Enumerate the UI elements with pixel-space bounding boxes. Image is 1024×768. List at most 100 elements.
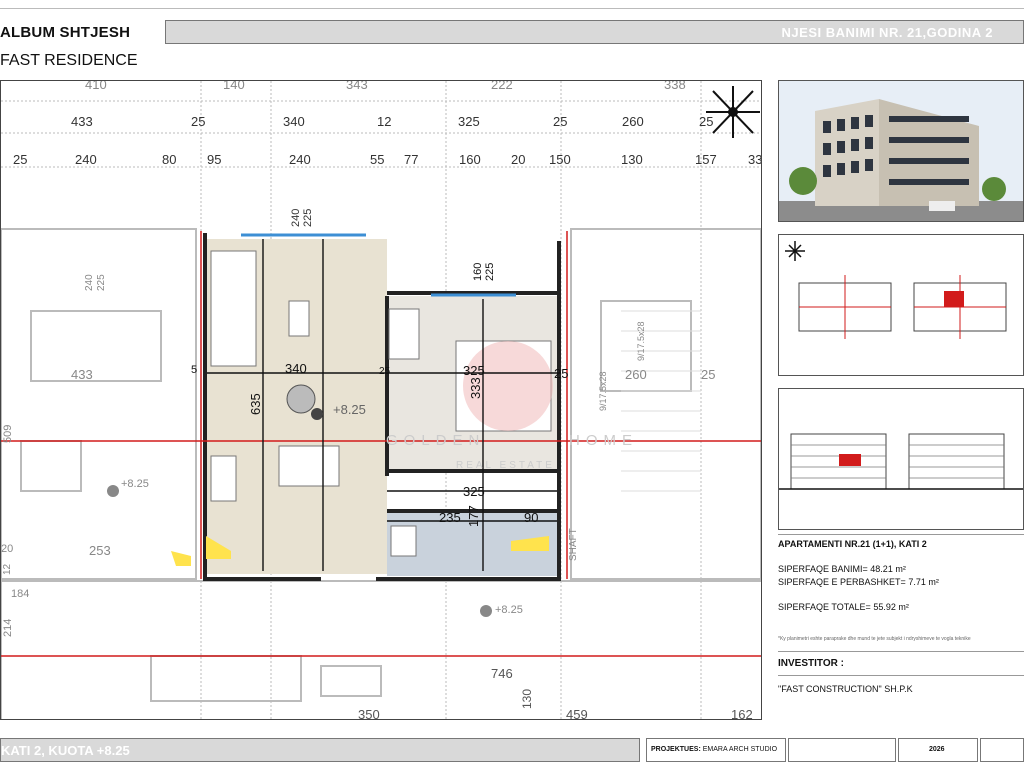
dim-top2-0: 433	[71, 114, 93, 129]
investor-heading: INVESTITOR :	[778, 658, 844, 669]
floor-plan-drawing	[1, 81, 761, 719]
stairs-label-a: 9/17.5x28	[598, 371, 608, 411]
designer-cell: PROJEKTUES: EMARA ARCH STUDIO	[646, 738, 786, 762]
dim-325: 325	[463, 363, 485, 378]
dim-top3-5: 55	[370, 152, 385, 167]
apartment-title: APARTAMENTI NR.21 (1+1), KATI 2	[778, 539, 927, 549]
net-area-label: SIPERFAQE BANIMI=	[778, 564, 868, 574]
dim-top3-1: 240	[75, 152, 97, 167]
level-marker: +8.25	[333, 402, 366, 417]
dim-177: 177	[466, 505, 481, 527]
dim-325b: 325	[463, 484, 485, 499]
dim-top2-7: 25	[699, 114, 714, 129]
dim-top3-3: 95	[207, 152, 222, 167]
dim-225c: 225	[96, 274, 107, 291]
unit-label: NJESI BANIMI NR. 21,GODINA 2	[781, 25, 993, 40]
dim-top1-3: 222	[491, 80, 513, 92]
drawing-info-cell	[788, 738, 896, 762]
dim-top2-5: 25	[553, 114, 568, 129]
dim-top1-2: 343	[346, 80, 368, 92]
common-area-row: SIPERFAQE E PERBASHKET= 7.71 m²	[778, 577, 939, 587]
year-value: 2026	[929, 746, 945, 753]
residence-name: FAST RESIDENCE	[0, 52, 138, 69]
dim-162: 162	[731, 707, 753, 720]
dim-253: 253	[89, 543, 111, 558]
dim-top3-6: 77	[404, 152, 419, 167]
dim-top1-0: 410	[85, 80, 107, 92]
dim-214: 214	[2, 618, 14, 637]
year-cell: 2026	[898, 738, 978, 762]
dim-top2-1: 25	[191, 114, 206, 129]
title-block-footer: KATI 2, KUOTA +8.25 PROJEKTUES: EMARA AR…	[0, 738, 1024, 762]
designer-name: EMARA ARCH STUDIO	[702, 746, 778, 753]
info-rule-top	[778, 534, 1024, 535]
dim-130: 130	[520, 688, 534, 709]
dim-235: 235	[439, 510, 461, 525]
dim-433: 433	[71, 367, 93, 382]
watermark-golden: GOLDEN	[386, 432, 486, 449]
common-area-label: SIPERFAQE E PERBASHKET=	[778, 577, 906, 587]
watermark-home: HOME	[569, 432, 638, 449]
dim-top2-4: 325	[458, 114, 480, 129]
key-plan-drawing	[785, 241, 1007, 339]
dim-5: 5	[191, 364, 198, 376]
total-area-value: 55.92 m²	[873, 602, 909, 612]
total-area-row: SIPERFAQE TOTALE= 55.92 m²	[778, 602, 909, 612]
dim-340: 340	[285, 361, 307, 376]
dim-top2-2: 340	[283, 114, 305, 129]
dim-top3-4: 240	[289, 152, 311, 167]
common-area-value: 7.71 m²	[908, 577, 939, 587]
dim-window-225: 225	[302, 208, 314, 227]
album-title: ALBUM SHTJESH	[0, 24, 131, 41]
key-plan-north-icon	[785, 241, 805, 261]
level-bar: KATI 2, KUOTA +8.25	[0, 738, 640, 762]
dim-top3-9: 150	[549, 152, 571, 167]
dim-20: 20	[1, 543, 14, 555]
dim-160: 160	[472, 262, 484, 281]
section-drawing-panel	[778, 388, 1024, 530]
dim-top2-6: 260	[622, 114, 644, 129]
building-render	[778, 80, 1024, 222]
dim-top3-2: 80	[162, 152, 177, 167]
dim-459: 459	[566, 707, 588, 720]
dim-12: 12	[2, 563, 13, 575]
north-arrow-icon	[706, 86, 760, 138]
dim-top3-0: 25	[13, 152, 28, 167]
level-label: KATI 2, KUOTA +8.25	[1, 743, 130, 758]
level-marker-2: +8.25	[121, 478, 149, 490]
unit-title-bar: NJESI BANIMI NR. 21,GODINA 2	[165, 20, 1024, 44]
dim-350: 350	[358, 707, 380, 720]
dim-90: 90	[524, 510, 539, 525]
level-marker-3: +8.25	[495, 604, 523, 616]
shaft-label: SHAFT	[568, 528, 579, 561]
investor-name: "FAST CONSTRUCTION" SH.P.K	[778, 684, 913, 694]
dim-225b: 225	[484, 262, 496, 281]
dim-top3-8: 20	[511, 152, 526, 167]
dim-top3-7: 160	[459, 152, 481, 167]
net-area-value: 48.21 m²	[870, 564, 906, 574]
dim-25c: 25	[701, 367, 716, 382]
top-rule	[0, 8, 1024, 9]
sheet-number-cell	[980, 738, 1024, 762]
dim-top3-12: 33	[748, 152, 762, 167]
dim-top3-10: 130	[621, 152, 643, 167]
building-image	[779, 81, 1023, 221]
dim-746: 746	[491, 666, 513, 681]
info-rule-mid	[778, 651, 1024, 652]
dim-635: 635	[248, 393, 263, 415]
dim-333: 333	[468, 377, 483, 399]
section-drawing	[779, 433, 1023, 490]
dim-25b: 25	[554, 366, 569, 381]
dim-window-240: 240	[290, 208, 302, 227]
dim-509: 509	[2, 424, 14, 443]
dim-top3-11: 157	[695, 152, 717, 167]
total-area-label: SIPERFAQE TOTALE=	[778, 602, 871, 612]
dim-184: 184	[11, 588, 30, 600]
designer-label: PROJEKTUES:	[651, 746, 701, 753]
disclaimer-note: *Ky planimetri eshte paraprake dhe mund …	[778, 636, 971, 642]
floor-plan: 410 140 343 222 338 433 25 340 12 325 25…	[0, 80, 762, 720]
dim-top2-3: 12	[377, 114, 392, 129]
watermark-realestate: REAL ESTATE	[456, 460, 555, 471]
dim-240b: 240	[84, 274, 95, 291]
stairs-label-b: 9/17.5x28	[636, 321, 646, 361]
